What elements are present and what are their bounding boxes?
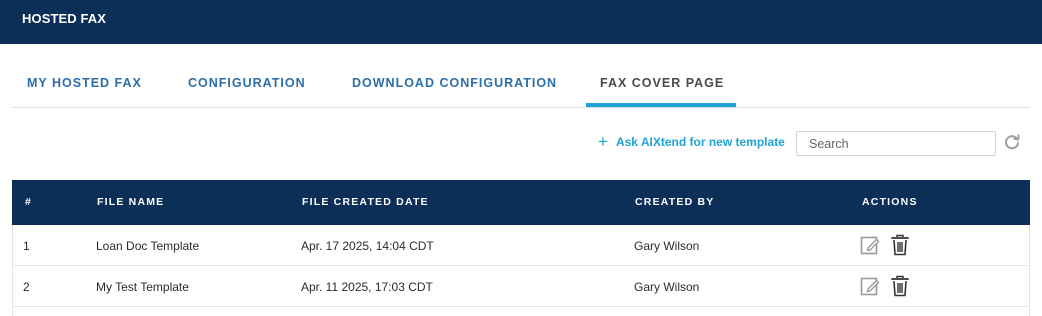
row-index: 2 <box>23 280 30 294</box>
tab-bar: MY HOSTED FAX CONFIGURATION DOWNLOAD CON… <box>12 66 1030 108</box>
ask-aixtend-link[interactable]: + Ask AIXtend for new template <box>598 132 785 151</box>
trash-icon[interactable] <box>890 234 910 256</box>
plus-icon: + <box>598 132 608 151</box>
row-created-date: Apr. 17 2025, 14:04 CDT <box>301 239 434 253</box>
table-header: # FILE NAME FILE CREATED DATE CREATED BY… <box>12 180 1030 225</box>
column-header-created-by: CREATED BY <box>635 196 715 208</box>
tab-my-hosted-fax[interactable]: MY HOSTED FAX <box>27 66 142 107</box>
refresh-icon[interactable] <box>1003 133 1021 151</box>
tab-download-configuration[interactable]: DOWNLOAD CONFIGURATION <box>352 66 557 107</box>
column-header-created-date: FILE CREATED DATE <box>302 196 429 208</box>
search-input[interactable] <box>796 131 996 156</box>
templates-table: # FILE NAME FILE CREATED DATE CREATED BY… <box>12 180 1030 316</box>
column-header-actions: ACTIONS <box>862 196 918 208</box>
table-row: 1 Loan Doc Template Apr. 17 2025, 14:04 … <box>13 225 1029 266</box>
ask-aixtend-label: Ask AIXtend for new template <box>615 135 785 149</box>
table-row: 2 My Test Template Apr. 11 2025, 17:03 C… <box>13 266 1029 307</box>
row-created-by: Gary Wilson <box>634 280 700 294</box>
trash-icon[interactable] <box>890 275 910 297</box>
column-header-file-name: FILE NAME <box>97 196 165 208</box>
tab-configuration[interactable]: CONFIGURATION <box>188 66 306 107</box>
row-index: 1 <box>23 239 30 253</box>
edit-icon[interactable] <box>860 275 880 297</box>
row-file-name: Loan Doc Template <box>96 239 200 253</box>
header-bar: HOSTED FAX <box>0 0 1042 44</box>
active-tab-indicator <box>586 103 736 107</box>
column-header-index: # <box>25 196 33 208</box>
row-created-by: Gary Wilson <box>634 239 700 253</box>
row-created-date: Apr. 11 2025, 17:03 CDT <box>301 280 433 294</box>
edit-icon[interactable] <box>860 234 880 256</box>
row-file-name: My Test Template <box>96 280 189 294</box>
app-title: HOSTED FAX <box>22 11 107 26</box>
tab-fax-cover-page[interactable]: FAX COVER PAGE <box>600 66 724 107</box>
page: HOSTED FAX MY HOSTED FAX CONFIGURATION D… <box>0 0 1042 316</box>
